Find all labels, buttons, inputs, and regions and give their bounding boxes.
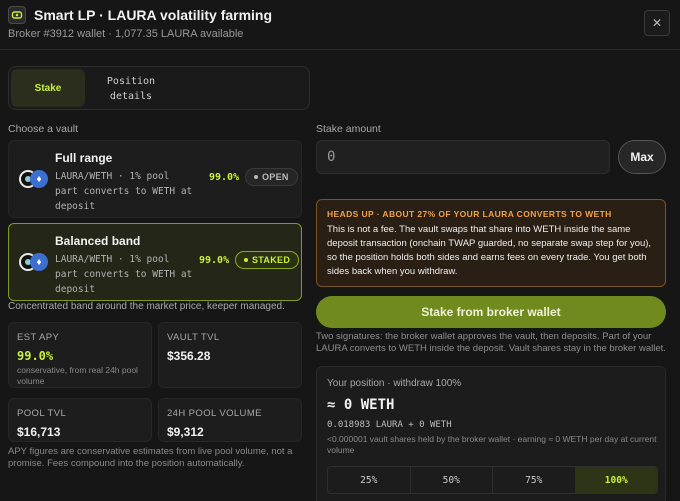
- tab-bar: Stake Position details: [8, 66, 310, 110]
- vault-card-full-range[interactable]: ♦ Full range LAURA/WETH · 1% pool part c…: [8, 140, 302, 218]
- position-value: ≈ 0 WETH: [327, 397, 395, 413]
- conversion-warning: HEADS UP · ABOUT 27% OF YOUR LAURA CONVE…: [316, 199, 666, 287]
- position-note: <0.000001 vault shares held by the broke…: [327, 434, 657, 455]
- percent-option-25[interactable]: 25%: [328, 467, 411, 493]
- choose-vault-label: Choose a vault: [8, 123, 79, 135]
- position-header: Your position · withdraw 100%: [327, 378, 462, 389]
- close-icon: ✕: [651, 16, 663, 30]
- status-badge-label: STAKED: [252, 255, 291, 265]
- stat-note: conservative, from real 24h pool volume: [17, 365, 138, 386]
- status-dot-icon: [254, 175, 258, 179]
- apy-footnote: APY figures are conservative estimates f…: [8, 446, 293, 469]
- vault-description: LAURA/WETH · 1% pool part converts to WE…: [55, 171, 193, 212]
- stat-label: VAULT TVL: [167, 332, 220, 343]
- vault-name: Full range: [55, 151, 113, 165]
- status-badge: STAKED: [235, 251, 300, 269]
- stat-value: $356.28: [167, 349, 211, 363]
- stat-pool-tvl: POOL TVL $16,713: [8, 398, 152, 442]
- header-divider: [0, 49, 680, 50]
- token-pair-icons: ♦: [19, 253, 49, 271]
- withdraw-percent-selector: 25% 50% 75% 100%: [327, 466, 658, 494]
- stat-label: 24H POOL VOLUME: [167, 408, 262, 419]
- tab-stake[interactable]: Stake: [11, 69, 85, 107]
- signature-note: Two signatures: the broker wallet approv…: [316, 331, 666, 354]
- stat-24h-pool-volume: 24H POOL VOLUME $9,312: [158, 398, 302, 442]
- stat-vault-tvl: VAULT TVL $356.28: [158, 322, 302, 388]
- vault-description: LAURA/WETH · 1% pool part converts to WE…: [55, 254, 193, 295]
- stake-from-broker-wallet-button[interactable]: Stake from broker wallet: [316, 296, 666, 328]
- weth-token-icon: ♦: [30, 253, 48, 271]
- band-note: Concentrated band around the market pric…: [8, 301, 285, 312]
- wallet-summary: Broker #3912 wallet · 1,077.35 LAURA ava…: [8, 28, 244, 40]
- status-dot-icon: [244, 258, 248, 262]
- stat-label: EST APY: [17, 332, 60, 343]
- stake-amount-input[interactable]: 0: [316, 140, 610, 174]
- app-logo-icon: [8, 6, 26, 24]
- token-pair-icons: ♦: [19, 170, 49, 188]
- tab-stake-label: Stake: [34, 82, 62, 94]
- stat-label: POOL TVL: [17, 408, 67, 419]
- vault-name: Balanced band: [55, 234, 141, 248]
- status-badge-label: OPEN: [262, 172, 289, 182]
- vault-apy: 99.0%: [209, 172, 240, 183]
- stake-amount-label: Stake amount: [316, 123, 381, 135]
- modal-header: Smart LP · LAURA volatility farming Brok…: [8, 6, 670, 46]
- stat-value: $9,312: [167, 425, 204, 439]
- status-badge: OPEN: [245, 168, 298, 186]
- tab-position-details[interactable]: Position details: [93, 74, 169, 104]
- modal-title: Smart LP · LAURA volatility farming: [34, 7, 273, 23]
- percent-option-75[interactable]: 75%: [493, 467, 576, 493]
- max-button[interactable]: Max: [618, 140, 666, 174]
- vault-card-balanced-band[interactable]: ♦ Balanced band LAURA/WETH · 1% pool par…: [8, 223, 302, 301]
- weth-token-icon: ♦: [30, 170, 48, 188]
- position-breakdown: 0.018983 LAURA + 0 WETH: [327, 420, 452, 430]
- stat-value: 99.0%: [17, 349, 54, 363]
- vault-apy: 99.0%: [199, 255, 230, 266]
- position-panel: Your position · withdraw 100% ≈ 0 WETH 0…: [316, 366, 666, 501]
- close-button[interactable]: ✕: [644, 10, 670, 36]
- warning-body: This is not a fee. The vault swaps that …: [327, 224, 652, 277]
- warning-title: HEADS UP · ABOUT 27% OF YOUR LAURA CONVE…: [327, 209, 612, 219]
- stat-est-apy: EST APY 99.0% conservative, from real 24…: [8, 322, 152, 388]
- percent-option-100[interactable]: 100%: [575, 467, 657, 493]
- percent-option-50[interactable]: 50%: [411, 467, 493, 493]
- stat-value: $16,713: [17, 425, 61, 439]
